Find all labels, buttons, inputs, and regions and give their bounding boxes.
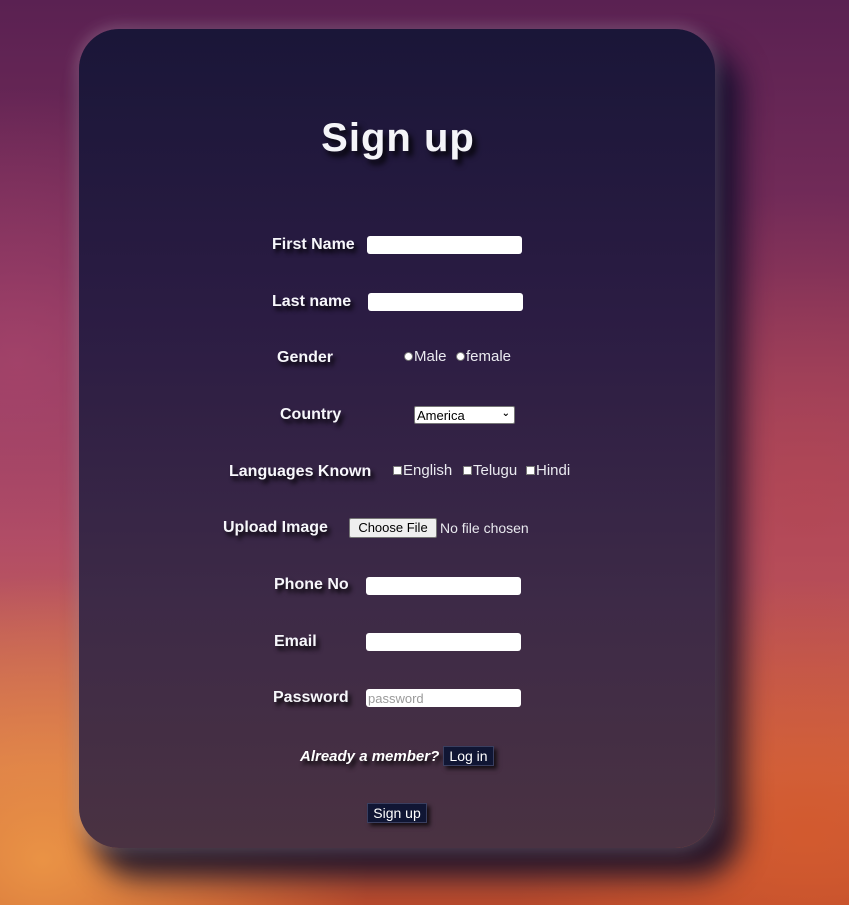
- gender-label: Gender: [277, 349, 334, 366]
- country-selected-value: America: [417, 407, 465, 423]
- language-option-english[interactable]: English: [393, 462, 452, 479]
- first-name-label: First Name: [272, 236, 355, 253]
- telugu-checkbox[interactable]: [463, 466, 472, 475]
- first-name-input[interactable]: [367, 236, 522, 254]
- file-status-text: No file chosen: [440, 520, 529, 536]
- upload-image-label: Upload Image: [223, 519, 328, 536]
- female-radio-label: female: [466, 348, 512, 365]
- page-title: Sign up: [321, 116, 475, 160]
- last-name-input[interactable]: [368, 293, 523, 311]
- password-label: Password: [273, 689, 349, 706]
- login-button[interactable]: Log in: [443, 746, 494, 766]
- male-radio-label: Male: [414, 348, 447, 365]
- english-checkbox[interactable]: [393, 466, 402, 475]
- last-name-label: Last name: [272, 293, 352, 310]
- password-input[interactable]: [366, 689, 521, 707]
- phone-input[interactable]: [366, 577, 521, 595]
- phone-label: Phone No: [274, 576, 349, 593]
- english-checkbox-label: English: [403, 462, 453, 479]
- choose-file-button[interactable]: Choose File: [349, 518, 437, 538]
- gender-option-female[interactable]: female: [456, 348, 511, 365]
- already-member-text: Already a member?: [300, 748, 440, 765]
- language-option-telugu[interactable]: Telugu: [463, 462, 517, 479]
- female-radio[interactable]: [456, 352, 465, 361]
- country-select[interactable]: America ⌄: [414, 406, 515, 424]
- male-radio[interactable]: [404, 352, 413, 361]
- email-label: Email: [274, 633, 317, 650]
- signup-button[interactable]: Sign up: [367, 803, 427, 823]
- languages-label: Languages Known: [229, 463, 372, 480]
- email-input[interactable]: [366, 633, 521, 651]
- gender-option-male[interactable]: Male: [404, 348, 447, 365]
- language-option-hindi[interactable]: Hindi: [526, 462, 570, 479]
- country-label: Country: [280, 406, 342, 423]
- telugu-checkbox-label: Telugu: [473, 462, 518, 479]
- chevron-down-icon: ⌄: [501, 408, 510, 419]
- hindi-checkbox[interactable]: [526, 466, 535, 475]
- hindi-checkbox-label: Hindi: [536, 462, 571, 479]
